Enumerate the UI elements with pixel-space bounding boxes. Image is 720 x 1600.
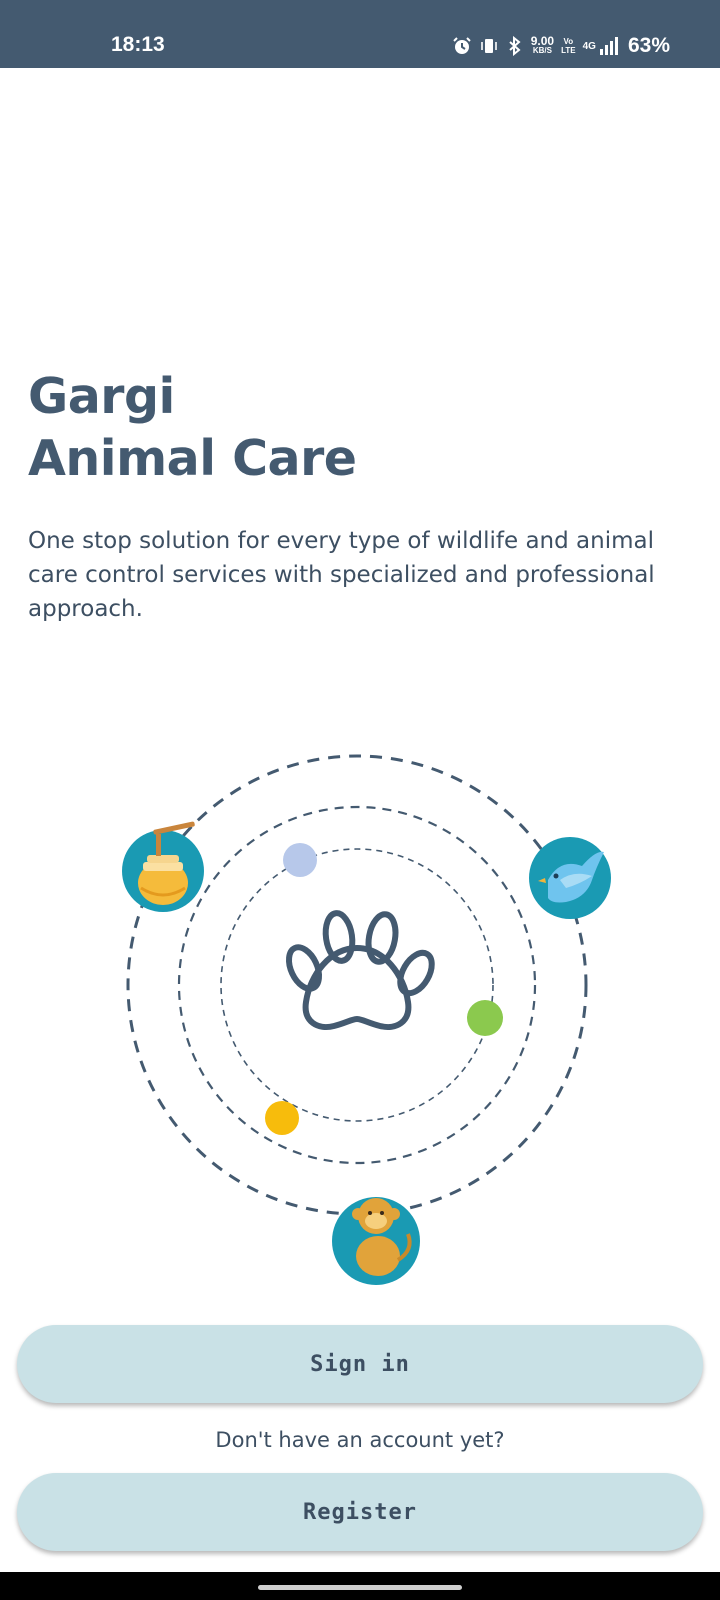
status-time: 18:13	[111, 33, 165, 56]
volte-top: Vo	[563, 37, 574, 46]
net-speed-value: 9.00	[530, 34, 555, 48]
network-speed: 9.00 KB/S	[530, 34, 555, 55]
honey-pot-icon	[122, 821, 204, 912]
outer-orbit	[126, 754, 588, 1216]
bird-icon	[529, 837, 611, 919]
alarm-icon	[453, 37, 471, 54]
tagline: One stop solution for every type of wild…	[28, 528, 655, 622]
sign-in-button[interactable]: Sign in	[17, 1325, 703, 1403]
bluetooth-icon	[509, 36, 521, 56]
status-bar: 18:13 9.00 KB/S Vo LTE 4G 63%	[0, 0, 720, 68]
paw-icon	[285, 910, 435, 1030]
app-title: Gargi Animal Care	[28, 366, 357, 490]
orbit-dot-yellow	[265, 1101, 299, 1135]
vibrate-icon	[480, 39, 497, 53]
status-indicators: 9.00 KB/S Vo LTE 4G 63%	[452, 34, 670, 58]
orbit-dot-green	[467, 1000, 503, 1036]
volte-indicator: Vo LTE	[561, 37, 576, 55]
monkey-icon	[332, 1197, 420, 1285]
orbit-illustration	[122, 754, 611, 1285]
home-gesture-handle[interactable]	[258, 1585, 462, 1590]
battery-level: 63%	[627, 34, 670, 57]
volte-bottom: LTE	[561, 46, 576, 55]
inner-orbit	[220, 848, 494, 1122]
net-speed-unit: KB/S	[532, 46, 552, 55]
no-account-text: Don't have an account yet?	[215, 1428, 505, 1452]
register-button[interactable]: Register	[17, 1473, 703, 1551]
app-title-line1: Gargi	[28, 368, 175, 425]
network-type: 4G	[582, 40, 596, 52]
navigation-bar	[0, 1572, 720, 1600]
app-title-line2: Animal Care	[28, 430, 357, 487]
orbit-dot-blue	[283, 843, 317, 877]
middle-orbit	[177, 805, 537, 1165]
signal-icon	[599, 37, 618, 55]
